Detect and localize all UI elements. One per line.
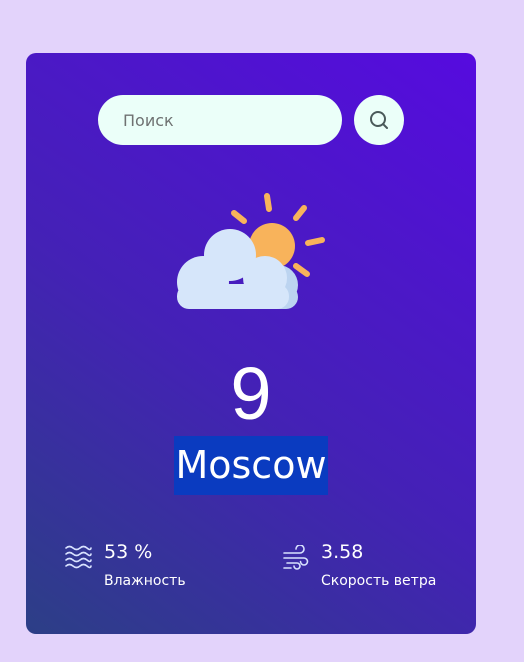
temperature: 9 [230,352,272,435]
humidity-value: 53 % [104,541,153,563]
wind-label: Скорость ветра [321,573,437,589]
wind-value: 3.58 [321,541,364,563]
search-icon [370,111,388,129]
wind-icon [283,545,309,570]
partly-cloudy-icon [177,193,325,309]
search-button[interactable] [354,95,404,145]
search-input[interactable] [98,95,342,145]
humidity-label: Влажность [104,573,186,589]
city-name: Moscow [174,436,328,495]
humidity-waves-icon [65,545,92,569]
weather-card: 9 Moscow 53 % Влажность 3.58 Скорость ве… [26,53,476,634]
city-container: Moscow [26,436,476,495]
